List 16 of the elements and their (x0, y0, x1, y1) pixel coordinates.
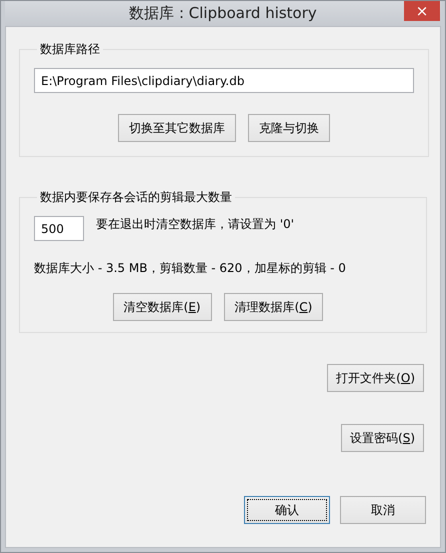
group-title: 数据库路径 (39, 41, 101, 58)
close-button[interactable]: × (404, 1, 440, 21)
stats-text: 数据库大小 - 3.5 MB，剪辑数量 - 620，加星标的剪辑 - 0 (34, 260, 347, 277)
path-field[interactable]: E:\Program Files\clipdiary\diary.db (34, 68, 414, 93)
group-title: 数据内要保存各会话的剪辑最大数量 (39, 189, 233, 206)
window-title: 数据库 : Clipboard history (129, 4, 317, 23)
ok-button[interactable]: 确认 (244, 496, 330, 524)
action-button[interactable]: 克隆与切换 (248, 114, 330, 142)
action-button[interactable]: 切换至其它数据库 (118, 114, 236, 142)
number-field[interactable]: 500 (34, 216, 84, 241)
cancel-button[interactable]: 取消 (340, 496, 426, 524)
password-button[interactable]: 设置密码(S) (341, 424, 424, 452)
action-button[interactable]: 清空数据库(E) (112, 293, 212, 321)
action-button[interactable]: 清理数据库(C) (224, 293, 324, 321)
open-folder-button[interactable]: 打开文件夹(O) (327, 364, 424, 392)
hint-text: 要在退出时清空数据库，请设置为 '0' (96, 216, 294, 233)
